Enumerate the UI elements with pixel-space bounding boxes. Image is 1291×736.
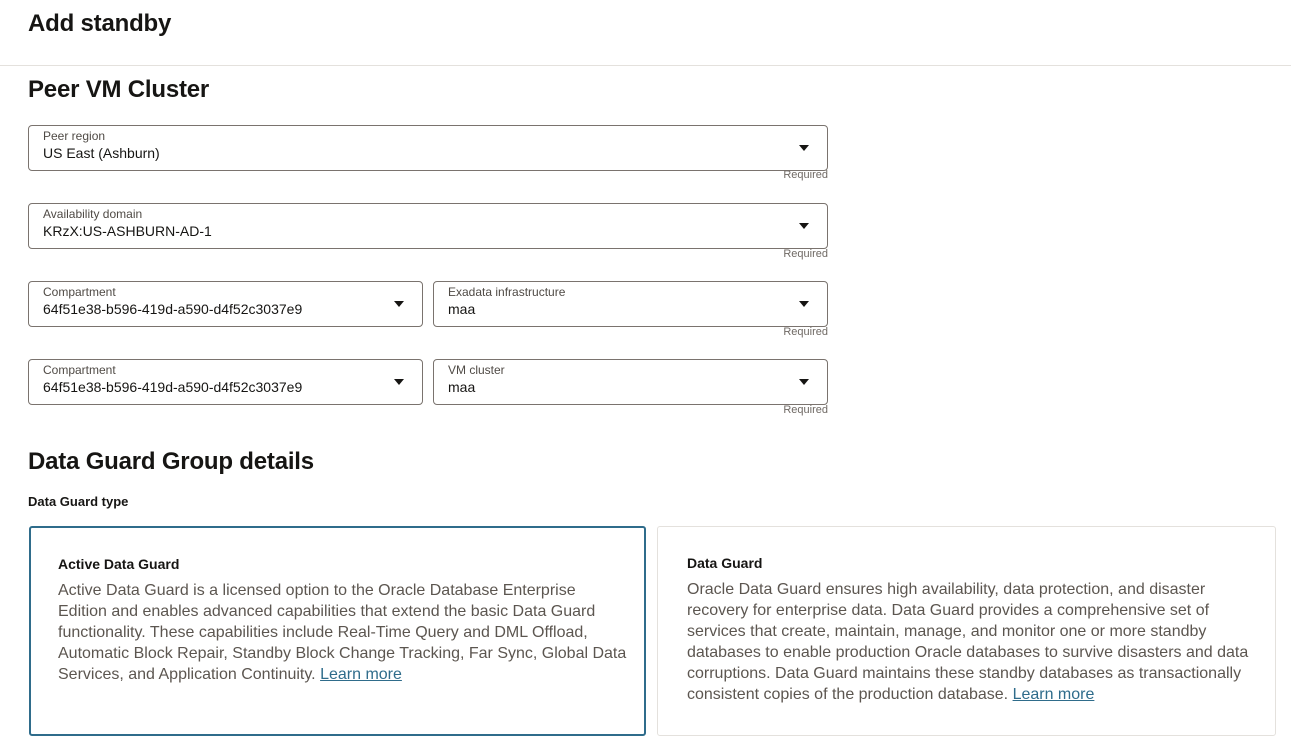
peer-region-select[interactable]: Peer region US East (Ashburn): [28, 125, 828, 171]
infra-compartment-select[interactable]: Compartment 64f51e38-b596-419d-a590-d4f5…: [28, 281, 423, 327]
card-description: Active Data Guard is a licensed option t…: [58, 580, 628, 685]
page-title: Add standby: [28, 10, 172, 37]
chevron-down-icon[interactable]: [799, 301, 809, 307]
chevron-down-icon[interactable]: [394, 379, 404, 385]
vm-cluster-value: maa: [448, 379, 476, 395]
card-title: Data Guard: [687, 555, 763, 571]
vm-cluster-select[interactable]: VM cluster maa: [433, 359, 828, 405]
card-description-text: Oracle Data Guard ensures high availabil…: [687, 581, 1249, 703]
card-description: Oracle Data Guard ensures high availabil…: [687, 579, 1259, 705]
chevron-down-icon[interactable]: [799, 223, 809, 229]
peer-region-label: Peer region: [43, 129, 106, 143]
card-title: Active Data Guard: [58, 556, 180, 572]
cluster-compartment-value: 64f51e38-b596-419d-a590-d4f52c3037e9: [43, 379, 303, 395]
chevron-down-icon[interactable]: [799, 145, 809, 151]
availability-domain-value: KRzX:US-ASHBURN-AD-1: [43, 223, 212, 239]
cluster-compartment-label: Compartment: [43, 363, 116, 377]
learn-more-link[interactable]: Learn more: [320, 666, 402, 683]
peer-region-value: US East (Ashburn): [43, 145, 160, 161]
cluster-compartment-select[interactable]: Compartment 64f51e38-b596-419d-a590-d4f5…: [28, 359, 423, 405]
availability-domain-required: Required: [783, 248, 828, 260]
chevron-down-icon[interactable]: [799, 379, 809, 385]
availability-domain-select[interactable]: Availability domain KRzX:US-ASHBURN-AD-1: [28, 203, 828, 249]
availability-domain-label: Availability domain: [43, 207, 143, 221]
learn-more-link[interactable]: Learn more: [1013, 686, 1095, 703]
peer-region-required: Required: [783, 169, 828, 181]
exadata-infrastructure-value: maa: [448, 301, 476, 317]
vm-cluster-label: VM cluster: [448, 363, 505, 377]
exadata-infrastructure-label: Exadata infrastructure: [448, 285, 566, 299]
exadata-infrastructure-required: Required: [783, 326, 828, 338]
section-title-peer-vm-cluster: Peer VM Cluster: [28, 76, 210, 103]
data-guard-card[interactable]: Data Guard Oracle Data Guard ensures hig…: [657, 526, 1276, 736]
exadata-infrastructure-select[interactable]: Exadata infrastructure maa: [433, 281, 828, 327]
data-guard-type-label: Data Guard type: [28, 494, 129, 509]
active-data-guard-card[interactable]: Active Data Guard Active Data Guard is a…: [29, 526, 646, 736]
chevron-down-icon[interactable]: [394, 301, 404, 307]
infra-compartment-value: 64f51e38-b596-419d-a590-d4f52c3037e9: [43, 301, 303, 317]
page-header: Add standby: [0, 0, 1291, 66]
section-title-data-guard-group: Data Guard Group details: [28, 448, 314, 475]
vm-cluster-required: Required: [783, 404, 828, 416]
infra-compartment-label: Compartment: [43, 285, 116, 299]
